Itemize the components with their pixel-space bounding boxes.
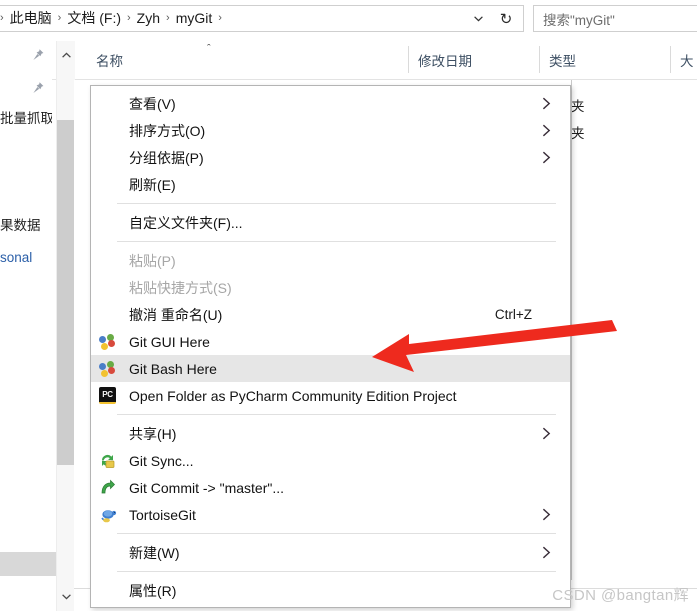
menu-item-label: 粘贴(P) [129, 252, 176, 269]
column-header-0[interactable]: 名称 [86, 41, 408, 78]
chevron-right-icon [542, 427, 552, 441]
menu-item-undo-rename[interactable]: 撤消 重命名(U) Ctrl+Z [91, 301, 570, 328]
menu-item-label: 撤消 重命名(U) [129, 306, 223, 323]
menu-item-group-by[interactable]: 分组依据(P) [91, 144, 570, 171]
menu-item-label: 查看(V) [129, 95, 176, 112]
column-divider[interactable] [670, 46, 671, 73]
breadcrumb-separator: › [166, 12, 170, 24]
navigation-scrollbar[interactable] [56, 41, 75, 611]
pin-icon[interactable] [32, 48, 46, 66]
menu-item-label: Git Commit -> "master"... [129, 479, 285, 496]
column-header-3[interactable]: 大 [670, 41, 697, 78]
menu-item-label: Open Folder as PyCharm Community Edition… [129, 387, 457, 404]
column-header-row: 名称 修改日期 类型大 [0, 41, 697, 80]
pycharm-icon: PC [99, 386, 117, 405]
chevron-right-icon [542, 546, 552, 560]
menu-item-paste-shortcut: 粘贴快捷方式(S) [91, 274, 570, 301]
file-row-1[interactable]: 夹 [571, 119, 585, 145]
chevron-right-icon [542, 124, 552, 138]
breadcrumb-item-1[interactable]: 文档 (F:) [64, 6, 124, 31]
sort-indicator-icon: ˆ [207, 43, 211, 55]
address-bar: › 此电脑 › 文档 (F:) › Zyh › myGit › ↻ 搜索"myGit" [0, 0, 697, 39]
context-menu[interactable]: 查看(V) 排序方式(O) 分组依据(P) 刷新(E) 自定义文件夹(F)... 粘贴(P… [90, 85, 571, 608]
menu-item-tortoisegit[interactable]: TortoiseGit [91, 501, 570, 528]
git-icon [99, 360, 117, 378]
column-divider[interactable] [539, 46, 540, 73]
menu-item-label: 分组依据(P) [129, 149, 204, 166]
search-placeholder: 搜索"myGit" [543, 12, 615, 28]
breadcrumb-separator: › [57, 12, 62, 24]
column-header-2[interactable]: 类型 [539, 41, 670, 78]
menu-item-git-sync[interactable]: Git Sync... [91, 447, 570, 474]
git-sync-icon [99, 452, 117, 470]
pin-icon[interactable] [32, 81, 46, 99]
nav-item-3[interactable]: 果数据 [0, 213, 52, 235]
git-icon [99, 333, 117, 351]
breadcrumb-item-0[interactable]: 此电脑 [7, 6, 55, 31]
column-header-1[interactable]: 修改日期 [408, 41, 539, 78]
explorer-window: › 此电脑 › 文档 (F:) › Zyh › myGit › ↻ 搜索"myGit" 名称 修改… [0, 0, 697, 611]
menu-item-sort-by[interactable]: 排序方式(O) [91, 117, 570, 144]
nav-item-label: 果数据 [0, 218, 41, 233]
scroll-down-icon[interactable] [57, 587, 75, 607]
nav-item-4[interactable]: sonal [0, 246, 52, 268]
chevron-right-icon [542, 151, 552, 165]
breadcrumb-separator: › [127, 12, 131, 24]
chevron-down-icon[interactable] [467, 6, 489, 31]
nav-item-label: 批量抓取 [0, 111, 52, 126]
menu-item-share[interactable]: 共享(H) [91, 420, 570, 447]
menu-item-label: 粘贴快捷方式(S) [129, 279, 232, 296]
file-row-0[interactable]: 夹 [571, 92, 585, 118]
address-input[interactable]: › 此电脑 › 文档 (F:) › Zyh › myGit › ↻ [0, 5, 524, 32]
list-panel-edge [571, 80, 572, 580]
breadcrumb-separator: › [218, 12, 222, 24]
menu-item-label: 自定义文件夹(F)... [129, 214, 243, 231]
menu-separator [117, 203, 556, 204]
menu-separator [117, 571, 556, 572]
menu-separator [117, 414, 556, 415]
nav-item-1[interactable] [0, 79, 52, 101]
scroll-up-icon[interactable] [57, 45, 75, 65]
menu-item-open-folder-as-pycharm-project[interactable]: PC Open Folder as PyCharm Community Editi… [91, 382, 570, 409]
menu-item-git-gui-here[interactable]: Git GUI Here [91, 328, 570, 355]
menu-item-label: 排序方式(O) [129, 122, 206, 139]
breadcrumb-separator: › [0, 12, 4, 24]
menu-separator [117, 533, 556, 534]
menu-item-properties[interactable]: 属性(R) [91, 577, 570, 604]
menu-item-label: 属性(R) [129, 582, 177, 599]
menu-item-shortcut: Ctrl+Z [494, 307, 532, 322]
git-commit-icon [99, 479, 117, 497]
menu-item-git-bash-here[interactable]: Git Bash Here [91, 355, 570, 382]
column-divider[interactable] [408, 46, 409, 73]
nav-selected-strip [0, 552, 56, 576]
menu-item-label: Git Bash Here [129, 360, 217, 377]
nav-item-0[interactable] [0, 46, 52, 68]
menu-item-git-commit-master[interactable]: Git Commit -> "master"... [91, 474, 570, 501]
menu-item-label: 共享(H) [129, 425, 177, 442]
breadcrumb-item-3[interactable]: myGit [173, 6, 216, 31]
menu-item-new[interactable]: 新建(W) [91, 539, 570, 566]
menu-item-label: Git GUI Here [129, 333, 210, 350]
watermark: CSDN @bangtan辉 [552, 587, 689, 604]
scrollbar-thumb[interactable] [57, 120, 75, 465]
search-input[interactable]: 搜索"myGit" [533, 5, 697, 32]
nav-item-2[interactable]: 批量抓取 [0, 106, 52, 128]
menu-item-label: 新建(W) [129, 544, 180, 561]
menu-item-refresh[interactable]: 刷新(E) [91, 171, 570, 198]
breadcrumb: › 此电脑 › 文档 (F:) › Zyh › myGit › [0, 6, 225, 31]
menu-item-label: 刷新(E) [129, 176, 176, 193]
menu-item-view[interactable]: 查看(V) [91, 90, 570, 117]
tortoisegit-icon [99, 506, 117, 524]
refresh-icon[interactable]: ↻ [493, 6, 519, 31]
navigation-pane: 批量抓取果数据 sonal [0, 41, 52, 611]
chevron-right-icon [542, 508, 552, 522]
nav-item-label: sonal [0, 249, 33, 265]
breadcrumb-item-2[interactable]: Zyh [134, 6, 163, 31]
menu-item-paste: 粘贴(P) [91, 247, 570, 274]
menu-separator [117, 241, 556, 242]
menu-item-customize-folder[interactable]: 自定义文件夹(F)... [91, 209, 570, 236]
chevron-right-icon [542, 97, 552, 111]
